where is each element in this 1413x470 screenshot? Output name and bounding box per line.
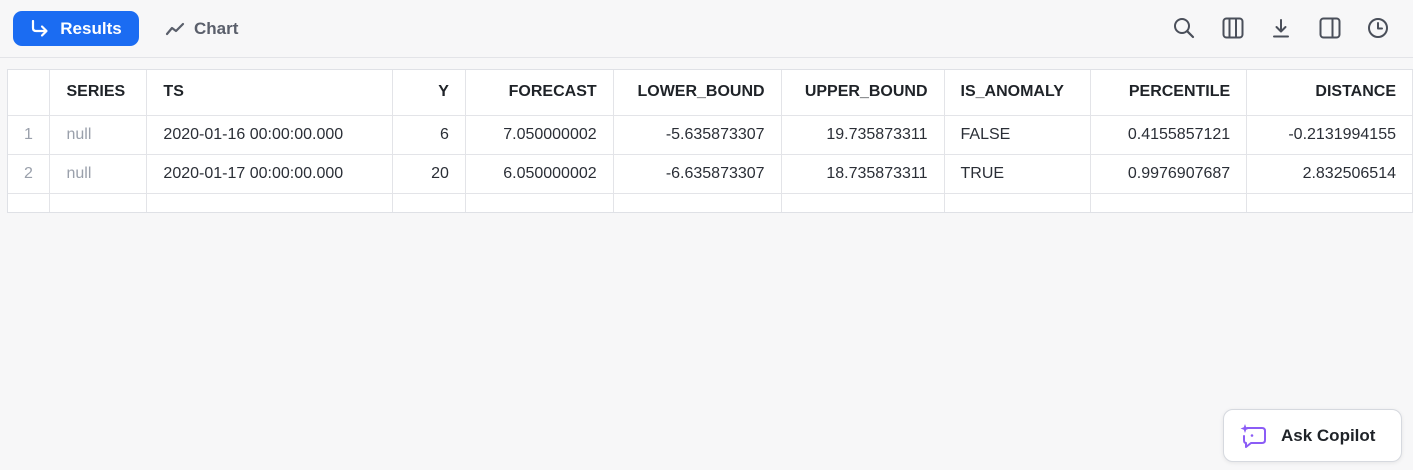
results-table: SERIES TS Y FORECAST LOWER_BOUND UPPER_B… (8, 70, 1413, 212)
results-toolbar: Results Chart (0, 0, 1413, 58)
cell-forecast[interactable]: 7.050000002 (465, 115, 614, 155)
tab-chart[interactable]: Chart (160, 11, 256, 46)
column-header-series[interactable]: SERIES (49, 70, 148, 116)
cell-ts[interactable]: 2020-01-16 00:00:00.000 (146, 115, 394, 155)
tab-results[interactable]: Results (13, 11, 139, 46)
empty-row (8, 193, 1413, 212)
row-number-header (8, 70, 51, 116)
row-number: 1 (8, 115, 51, 155)
cell-lower-bound[interactable]: -5.635873307 (613, 115, 782, 155)
line-chart-icon (165, 21, 185, 37)
cell-y[interactable]: 6 (392, 115, 466, 155)
column-header-lower-bound[interactable]: LOWER_BOUND (613, 70, 782, 116)
cell-series[interactable]: null (49, 154, 148, 194)
cell-distance[interactable]: 2.832506514 (1246, 154, 1413, 194)
ask-copilot-label: Ask Copilot (1281, 425, 1376, 445)
cell-upper-bound[interactable]: 18.735873311 (781, 154, 945, 194)
cell-upper-bound[interactable]: 19.735873311 (781, 115, 945, 155)
header-row: SERIES TS Y FORECAST LOWER_BOUND UPPER_B… (8, 70, 1413, 116)
column-header-distance[interactable]: DISTANCE (1246, 70, 1413, 116)
results-grid: SERIES TS Y FORECAST LOWER_BOUND UPPER_B… (7, 69, 1413, 213)
column-header-forecast[interactable]: FORECAST (465, 70, 614, 116)
cell-ts[interactable]: 2020-01-17 00:00:00.000 (146, 154, 394, 194)
table-row[interactable]: 1 null 2020-01-16 00:00:00.000 6 7.05000… (8, 115, 1413, 155)
download-icon[interactable] (1269, 16, 1293, 40)
cell-lower-bound[interactable]: -6.635873307 (613, 154, 782, 194)
search-icon[interactable] (1172, 16, 1196, 40)
history-icon[interactable] (1366, 16, 1390, 40)
tab-chart-label: Chart (194, 18, 239, 38)
column-header-percentile[interactable]: PERCENTILE (1090, 70, 1248, 116)
column-header-ts[interactable]: TS (146, 70, 394, 116)
cell-series[interactable]: null (49, 115, 148, 155)
split-panel-icon[interactable] (1318, 16, 1342, 40)
cell-distance[interactable]: -0.2131994155 (1246, 115, 1413, 155)
column-header-is-anomaly[interactable]: IS_ANOMALY (944, 70, 1092, 116)
cell-is-anomaly[interactable]: TRUE (944, 154, 1092, 194)
columns-icon[interactable] (1221, 16, 1245, 40)
column-header-upper-bound[interactable]: UPPER_BOUND (781, 70, 945, 116)
table-row[interactable]: 2 null 2020-01-17 00:00:00.000 20 6.0500… (8, 154, 1413, 194)
ask-copilot-button[interactable]: Ask Copilot (1223, 409, 1402, 462)
tab-results-label: Results (60, 18, 122, 38)
column-header-y[interactable]: Y (392, 70, 466, 116)
return-arrow-icon (30, 19, 50, 38)
cell-y[interactable]: 20 (392, 154, 466, 194)
copilot-sparkle-chat-icon (1239, 423, 1267, 449)
cell-percentile[interactable]: 0.9976907687 (1090, 154, 1248, 194)
cell-percentile[interactable]: 0.4155857121 (1090, 115, 1248, 155)
cell-is-anomaly[interactable]: FALSE (944, 115, 1092, 155)
cell-forecast[interactable]: 6.050000002 (465, 154, 614, 194)
row-number: 2 (8, 154, 51, 194)
